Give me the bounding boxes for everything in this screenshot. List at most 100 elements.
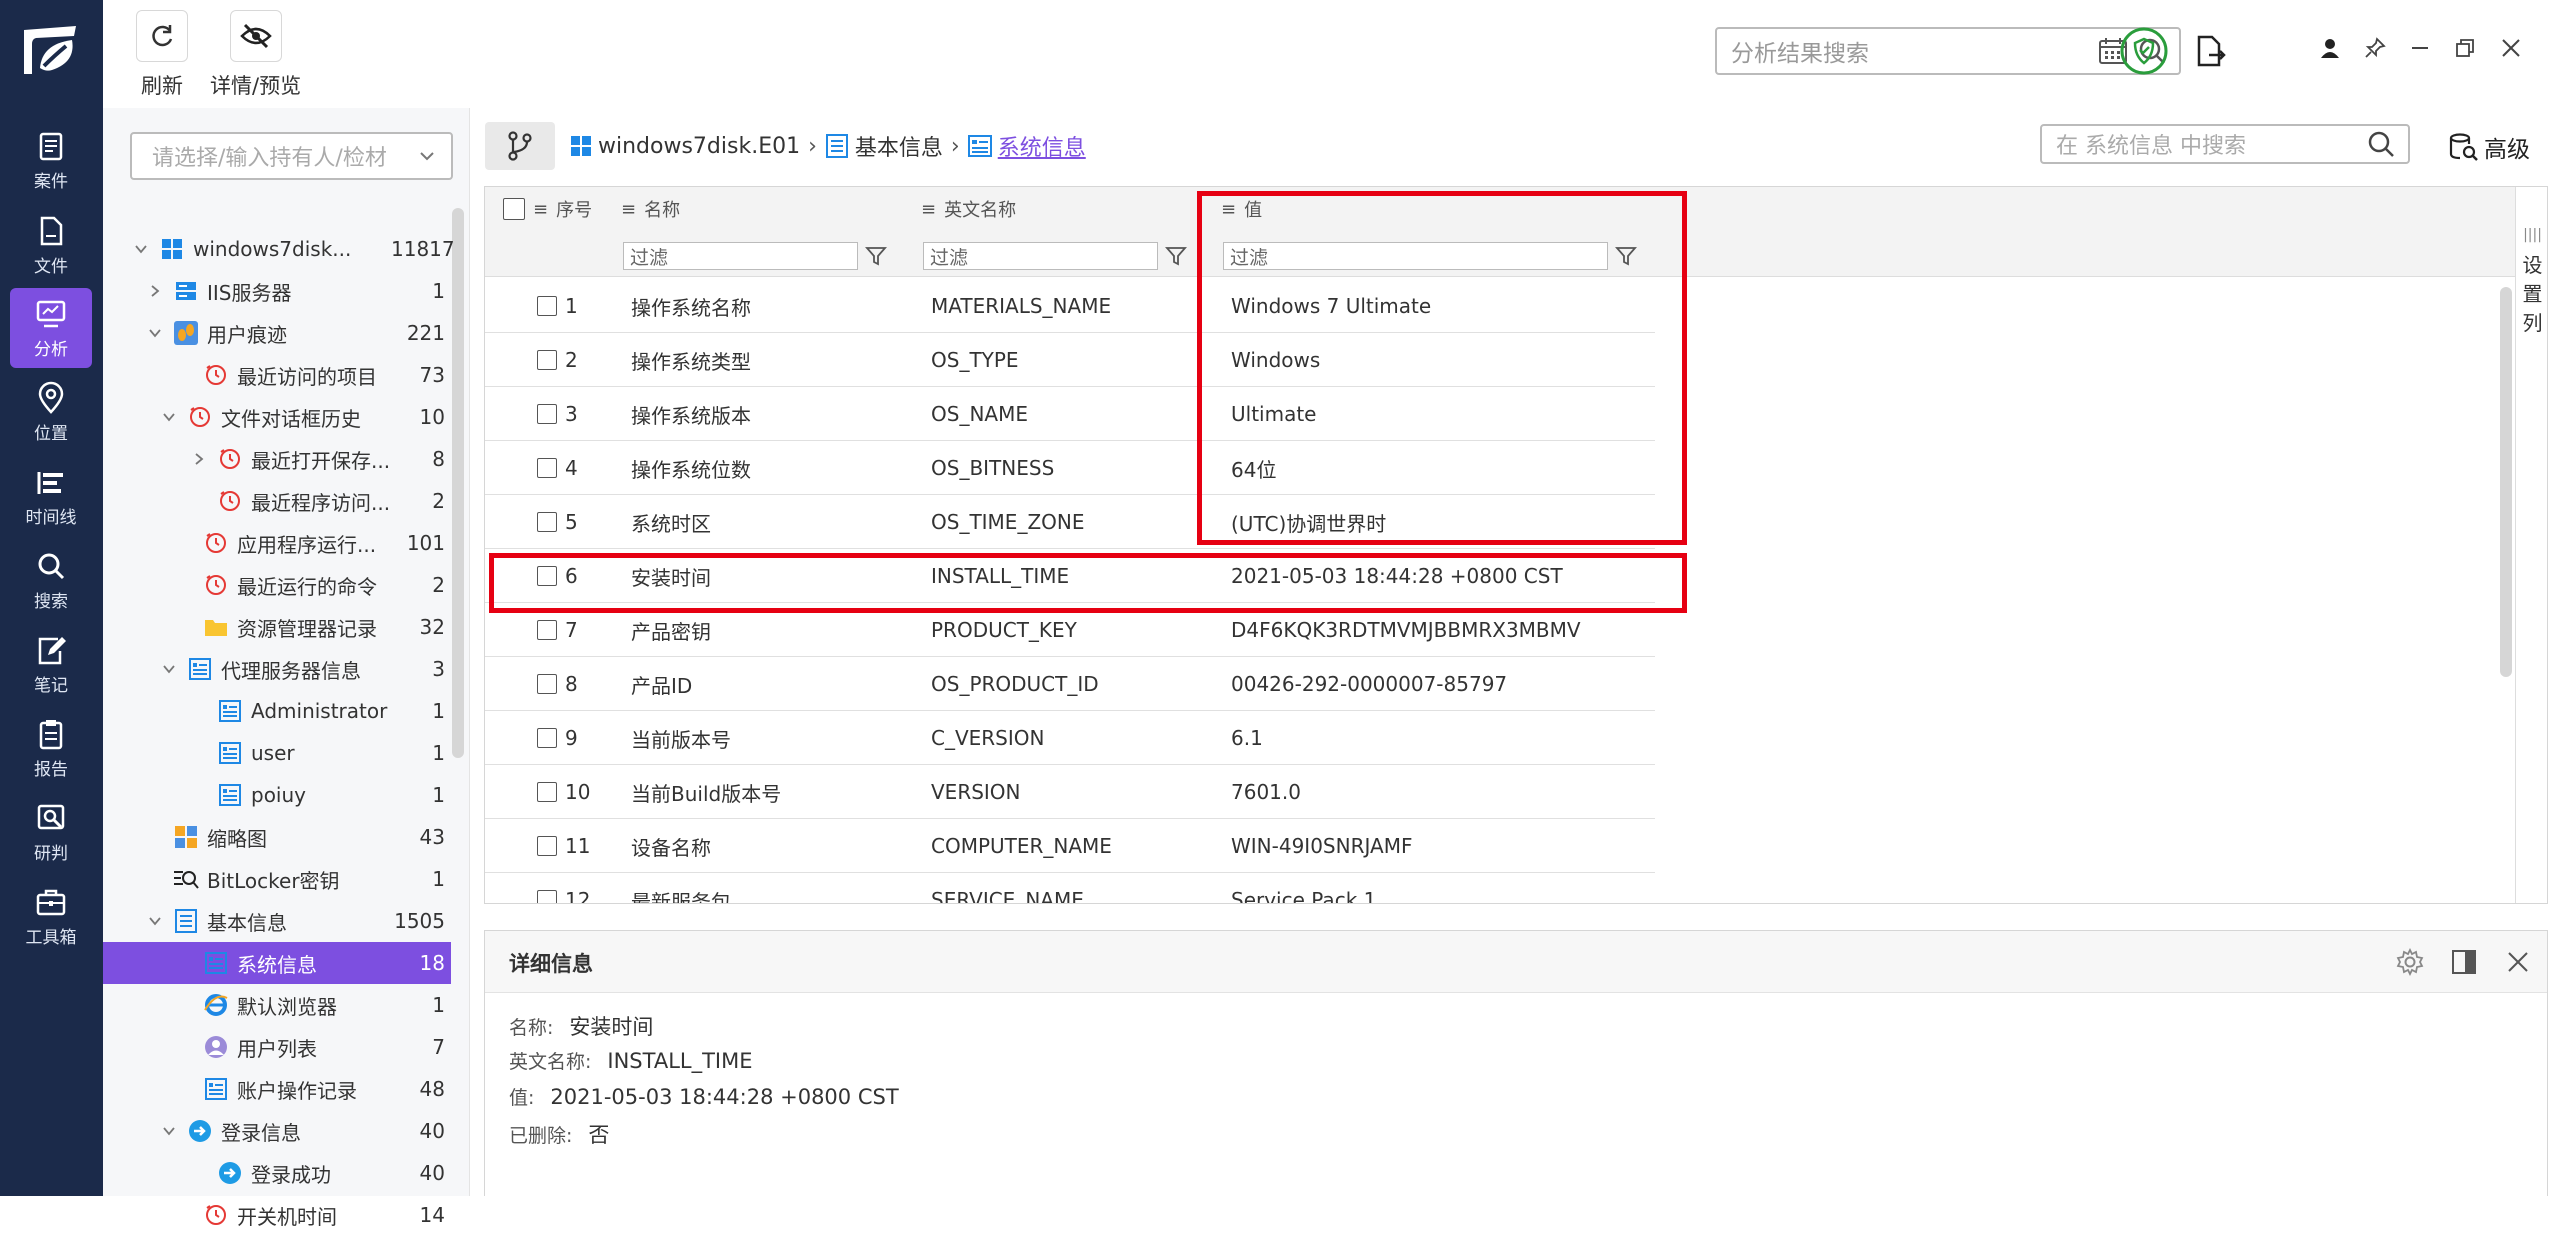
tree-item[interactable]: 最近访问的项目 73 — [103, 354, 451, 396]
tree-item[interactable]: 开关机时间 14 — [103, 1194, 451, 1236]
tree-item[interactable]: windows7disk... 11817 — [103, 228, 455, 270]
tree-item[interactable]: 默认浏览器 1 — [103, 984, 451, 1026]
user-icon[interactable] — [2312, 30, 2348, 66]
row-checkbox[interactable] — [537, 711, 557, 765]
tree-item-label: 代理服务器信息 — [221, 658, 361, 683]
tree-item[interactable]: IIS服务器 1 — [103, 270, 451, 312]
breadcrumb-item-system-info[interactable]: 系统信息 — [998, 130, 1086, 162]
judge-icon — [37, 804, 65, 829]
analysis-search-input[interactable]: 分析结果搜索 — [1715, 27, 2181, 75]
pin-icon[interactable] — [2357, 30, 2393, 66]
filter-icon[interactable] — [865, 245, 887, 267]
tree-item[interactable]: 用户列表 7 — [103, 1026, 451, 1068]
cell-name: 系统时区 — [631, 511, 711, 536]
detail-preview-button[interactable]: 详情/预览 — [210, 10, 301, 100]
nav-report[interactable]: 报告 — [10, 708, 92, 788]
select-all-checkbox[interactable] — [503, 187, 525, 231]
tree-item[interactable]: 资源管理器记录 32 — [103, 606, 451, 648]
tree-item-count: 1 — [432, 783, 445, 807]
gear-icon[interactable] — [2395, 947, 2425, 977]
row-checkbox[interactable] — [537, 873, 557, 903]
row-checkbox[interactable] — [537, 279, 557, 333]
breadcrumb-item-disk[interactable]: windows7disk.E01 — [598, 134, 800, 159]
row-checkbox[interactable] — [537, 333, 557, 387]
tree-item[interactable]: 最近程序访问... 2 — [103, 480, 451, 522]
nav-location[interactable]: 位置 — [10, 372, 92, 452]
chevron-down-icon[interactable] — [159, 659, 179, 679]
nav-search[interactable]: 搜索 — [10, 540, 92, 620]
table-row[interactable]: 11 设备名称 COMPUTER_NAME WIN-49I0SNRJAMF — [485, 819, 1655, 873]
chevron-down-icon[interactable] — [131, 239, 151, 259]
search-icon — [38, 553, 65, 579]
tree-item[interactable]: 最近运行的命令 2 — [103, 564, 451, 606]
table-row[interactable]: 12 最新服务包 SERVICE_NAME Service Pack 1 — [485, 873, 1655, 903]
row-checkbox[interactable] — [537, 441, 557, 495]
table-row[interactable]: 8 产品ID OS_PRODUCT_ID 00426-292-0000007-8579… — [485, 657, 1655, 711]
chevron-down-icon[interactable] — [145, 323, 165, 343]
split-panel-icon[interactable] — [2449, 947, 2479, 977]
restore-icon[interactable] — [2447, 30, 2483, 66]
refresh-button[interactable]: 刷新 — [136, 10, 188, 100]
table-row[interactable]: 9 当前版本号 C_VERSION 6.1 — [485, 711, 1655, 765]
tree-item[interactable]: 登录成功 40 — [103, 1152, 451, 1194]
shield-status-icon[interactable] — [2119, 26, 2169, 76]
branch-button[interactable] — [485, 122, 555, 170]
tree-item[interactable]: BitLocker密钥 1 — [103, 858, 451, 900]
column-header-en-name[interactable]: ≡ 英文名称 — [921, 187, 1016, 231]
table-row[interactable]: 10 当前Build版本号 VERSION 7601.0 — [485, 765, 1655, 819]
row-checkbox[interactable] — [537, 765, 557, 819]
tree-item[interactable]: 账户操作记录 48 — [103, 1068, 451, 1110]
tree-item-count: 1 — [432, 699, 445, 723]
tree-item[interactable]: 文件对话框历史 10 — [103, 396, 451, 438]
breadcrumb-item-basic-info[interactable]: 基本信息 — [855, 130, 943, 162]
nav-judge-label: 研判 — [34, 843, 68, 864]
chevron-down-icon[interactable] — [145, 911, 165, 931]
column-settings-button[interactable]: |||| 设 置 列 — [2515, 187, 2547, 903]
tree-item[interactable]: 用户痕迹 221 — [103, 312, 451, 354]
tree-item[interactable]: 基本信息 1505 — [103, 900, 451, 942]
column-header-name[interactable]: ≡ 名称 — [621, 187, 680, 231]
system-info-search-input[interactable]: 在 系统信息 中搜索 — [2040, 124, 2410, 164]
cell-en-name: OS_TYPE — [931, 348, 1019, 372]
filter-icon[interactable] — [1165, 245, 1187, 267]
nav-toolbox[interactable]: 工具箱 — [10, 876, 92, 956]
nav-judge[interactable]: 研判 — [10, 792, 92, 872]
column-header-no[interactable]: ≡ 序号 — [533, 187, 592, 231]
nav-note[interactable]: 笔记 — [10, 624, 92, 704]
nav-toolbox-label: 工具箱 — [25, 927, 77, 948]
nav-timeline[interactable]: 时间线 — [10, 456, 92, 536]
tree-item[interactable]: 应用程序运行... 101 — [103, 522, 451, 564]
search-icon[interactable] — [2366, 129, 2396, 159]
tree-item[interactable]: poiuy 1 — [103, 774, 451, 816]
tree-item[interactable]: 系统信息 18 — [103, 942, 451, 984]
database-search-icon — [2449, 133, 2478, 161]
tree-item[interactable]: 缩略图 43 — [103, 816, 451, 858]
tree-item[interactable]: user 1 — [103, 732, 451, 774]
filter-input-name[interactable]: 过滤 — [623, 242, 858, 270]
detail-title: 详细信息 — [509, 952, 593, 976]
nav-case[interactable]: 案件 — [10, 120, 92, 200]
chevron-down-icon[interactable] — [159, 1121, 179, 1141]
tree-item[interactable]: 最近打开保存... 8 — [103, 438, 451, 480]
grid-scrollbar[interactable] — [2500, 287, 2512, 677]
row-checkbox[interactable] — [537, 495, 557, 549]
advanced-search-button[interactable]: 高级 — [2448, 130, 2530, 164]
filter-input-en-name[interactable]: 过滤 — [923, 242, 1158, 270]
export-file-icon[interactable] — [2193, 34, 2227, 68]
holder-select-input[interactable]: 请选择/输入持有人/检材 — [130, 132, 453, 180]
tree-item[interactable]: Administrator 1 — [103, 690, 451, 732]
chevron-right-icon[interactable] — [189, 449, 209, 469]
close-icon[interactable] — [2503, 947, 2533, 977]
nav-file[interactable]: 文件 — [10, 205, 92, 285]
minimize-icon[interactable] — [2402, 30, 2438, 66]
row-checkbox[interactable] — [537, 387, 557, 441]
tree-item[interactable]: 代理服务器信息 3 — [103, 648, 451, 690]
chevron-right-icon[interactable] — [145, 281, 165, 301]
tree-item[interactable]: 登录信息 40 — [103, 1110, 451, 1152]
row-checkbox[interactable] — [537, 657, 557, 711]
row-checkbox[interactable] — [537, 819, 557, 873]
close-icon[interactable] — [2493, 30, 2529, 66]
chevron-down-icon[interactable] — [159, 407, 179, 427]
tree-scrollbar[interactable] — [452, 208, 464, 758]
nav-analysis[interactable]: 分析 — [10, 288, 92, 368]
